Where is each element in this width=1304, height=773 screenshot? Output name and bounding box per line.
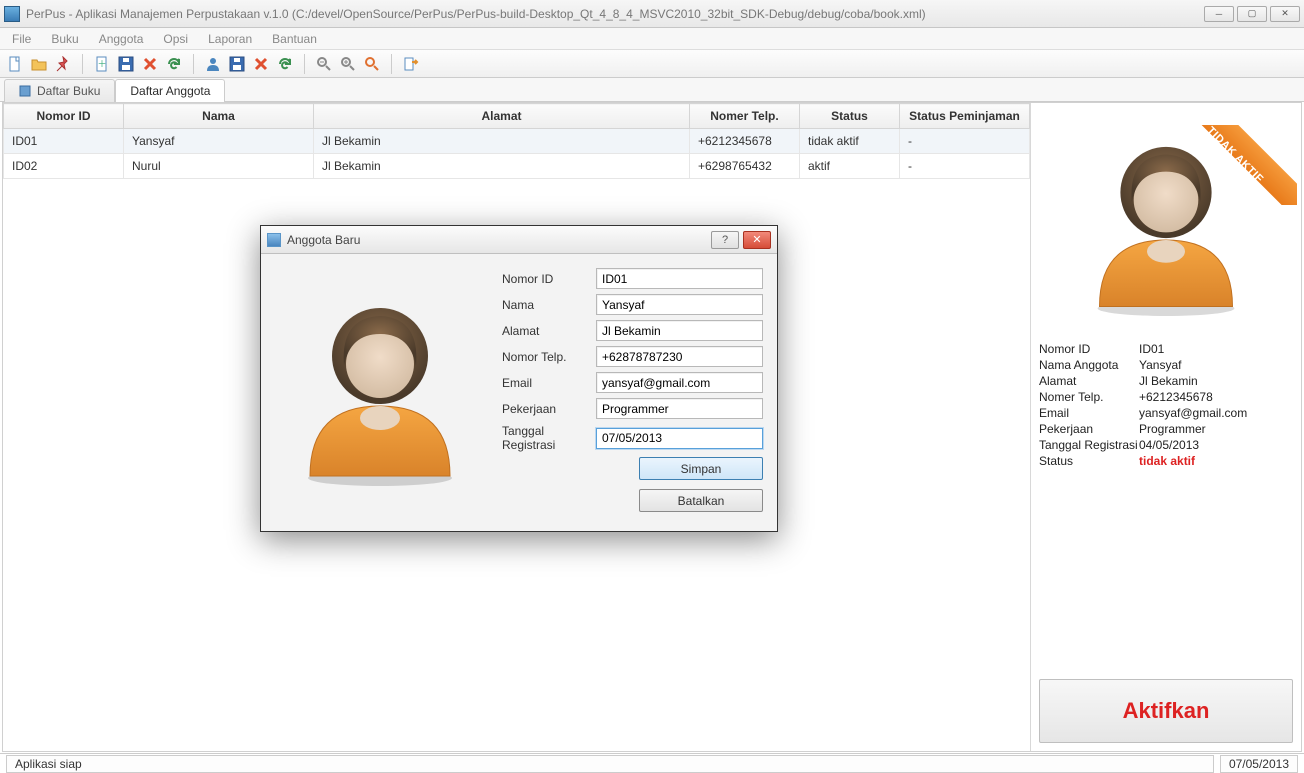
address-field[interactable]: [596, 320, 763, 341]
close-button[interactable]: ✕: [1270, 6, 1300, 22]
tab-daftar-buku[interactable]: Daftar Buku: [4, 79, 115, 102]
svg-text:＋: ＋: [97, 59, 106, 69]
menu-laporan[interactable]: Laporan: [198, 28, 262, 49]
cancel-button[interactable]: Batalkan: [639, 489, 763, 512]
tab-label: Daftar Anggota: [130, 84, 210, 98]
delete-icon[interactable]: [139, 53, 161, 75]
zoom-out-icon[interactable]: [313, 53, 335, 75]
table-row[interactable]: ID01 Yansyaf Jl Bekamin +6212345678 tida…: [4, 129, 1030, 154]
job-field[interactable]: [596, 398, 763, 419]
menu-buku[interactable]: Buku: [41, 28, 88, 49]
status-ribbon: TIDAK AKTIF: [1177, 125, 1297, 205]
add-member-icon[interactable]: [202, 53, 224, 75]
app-icon: [4, 6, 20, 22]
status-text: Aplikasi siap: [6, 755, 1214, 773]
table-row[interactable]: ID02 Nurul Jl Bekamin +6298765432 aktif …: [4, 154, 1030, 179]
tabs: Daftar Buku Daftar Anggota: [0, 78, 1304, 102]
book-icon: [19, 85, 31, 97]
id-field[interactable]: [596, 268, 763, 289]
new-file-icon[interactable]: [4, 53, 26, 75]
menubar: File Buku Anggota Opsi Laporan Bantuan: [0, 28, 1304, 50]
dialog-titlebar[interactable]: Anggota Baru ? ✕: [261, 226, 777, 254]
status-date: 07/05/2013: [1220, 755, 1298, 773]
member-info: Nomor IDID01 Nama AnggotaYansyaf AlamatJ…: [1039, 341, 1293, 469]
dialog-close-button[interactable]: ✕: [743, 231, 771, 249]
dialog-avatar: [275, 268, 484, 517]
col-id[interactable]: Nomor ID: [4, 104, 124, 129]
export-icon[interactable]: [400, 53, 422, 75]
delete-member-icon[interactable]: [250, 53, 272, 75]
phone-field[interactable]: [596, 346, 763, 367]
zoom-reset-icon[interactable]: [361, 53, 383, 75]
window-title: PerPus - Aplikasi Manajemen Perpustakaan…: [26, 7, 1204, 21]
menu-bantuan[interactable]: Bantuan: [262, 28, 327, 49]
dialog-form: Nomor ID Nama Alamat Nomor Telp. Email P…: [502, 268, 763, 517]
pin-icon[interactable]: [52, 53, 74, 75]
tab-daftar-anggota[interactable]: Daftar Anggota: [115, 79, 225, 102]
member-table: Nomor ID Nama Alamat Nomer Telp. Status …: [3, 103, 1030, 179]
col-loan[interactable]: Status Peminjaman: [900, 104, 1030, 129]
side-panel: TIDAK AKTIF Nomor IDID01 Nama AnggotaYan…: [1031, 103, 1301, 751]
maximize-button[interactable]: ▢: [1237, 6, 1267, 22]
menu-file[interactable]: File: [2, 28, 41, 49]
statusbar: Aplikasi siap 07/05/2013: [0, 753, 1304, 773]
minimize-button[interactable]: ─: [1204, 6, 1234, 22]
menu-anggota[interactable]: Anggota: [89, 28, 154, 49]
dialog-title: Anggota Baru: [287, 233, 711, 247]
col-status[interactable]: Status: [800, 104, 900, 129]
refresh-member-icon[interactable]: [274, 53, 296, 75]
col-addr[interactable]: Alamat: [314, 104, 690, 129]
refresh-icon[interactable]: [163, 53, 185, 75]
save-button[interactable]: Simpan: [639, 457, 763, 480]
new-member-dialog: Anggota Baru ? ✕ Nomor ID Nama Alamat No…: [260, 225, 778, 532]
save-member-icon[interactable]: [226, 53, 248, 75]
col-tel[interactable]: Nomer Telp.: [690, 104, 800, 129]
zoom-in-icon[interactable]: [337, 53, 359, 75]
add-book-icon[interactable]: ＋: [91, 53, 113, 75]
email-field[interactable]: [596, 372, 763, 393]
name-field[interactable]: [596, 294, 763, 315]
open-folder-icon[interactable]: [28, 53, 50, 75]
registration-date-field[interactable]: [596, 428, 763, 449]
dialog-help-button[interactable]: ?: [711, 231, 739, 249]
tab-label: Daftar Buku: [37, 84, 100, 98]
toolbar: ＋: [0, 50, 1304, 78]
window-titlebar: PerPus - Aplikasi Manajemen Perpustakaan…: [0, 0, 1304, 28]
activate-button[interactable]: Aktifkan: [1039, 679, 1293, 743]
menu-opsi[interactable]: Opsi: [153, 28, 198, 49]
member-avatar: TIDAK AKTIF: [1039, 111, 1293, 331]
save-icon[interactable]: [115, 53, 137, 75]
col-name[interactable]: Nama: [124, 104, 314, 129]
dialog-icon: [267, 233, 281, 247]
